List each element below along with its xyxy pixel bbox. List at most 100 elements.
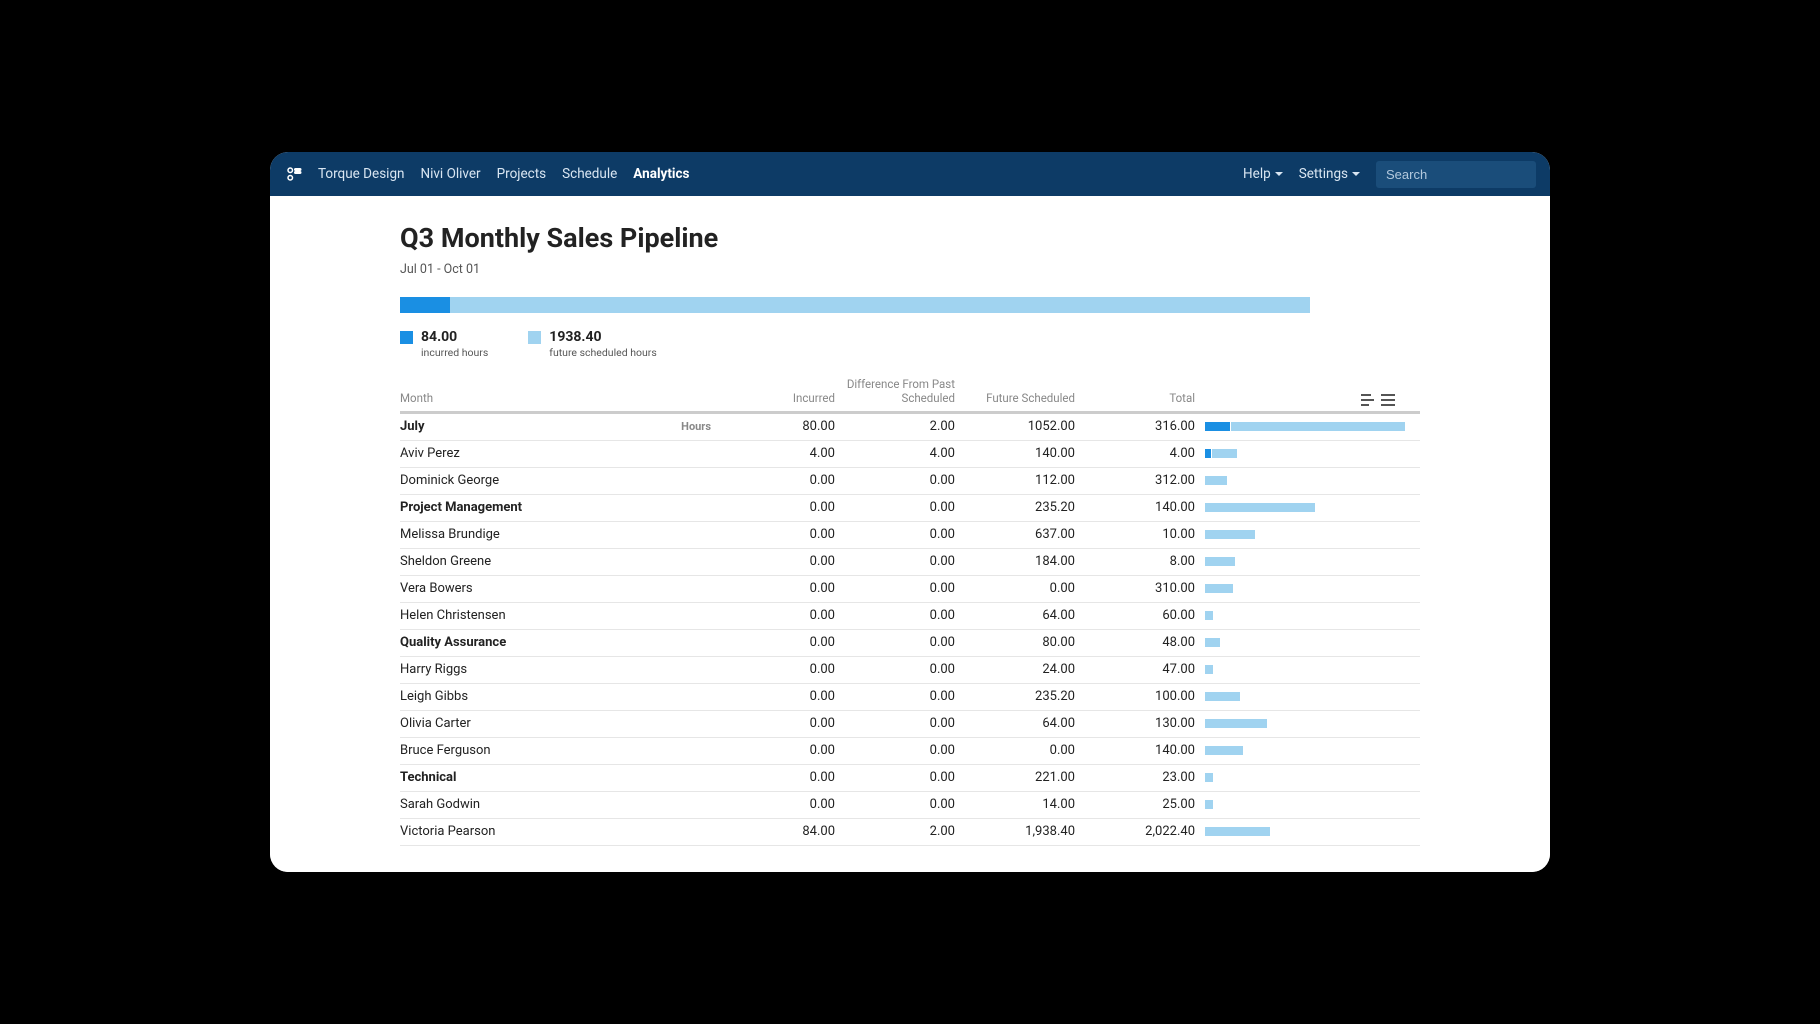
legend-incurred-value: 84.00 (421, 329, 488, 345)
table-header: Month Incurred Difference From Past Sche… (400, 377, 1420, 414)
row-label: Victoria Pearson (400, 819, 725, 844)
cell-incurred: 0.00 (725, 657, 845, 682)
row-bar (1205, 449, 1405, 458)
th-view-toggle (1205, 394, 1405, 406)
row-bar (1205, 584, 1405, 593)
bar-future-segment (1212, 449, 1237, 458)
cell-diff: 0.00 (845, 657, 965, 682)
bar-incurred-segment (1205, 449, 1211, 458)
legend-incurred-label: incurred hours (421, 346, 488, 359)
cell-incurred: 0.00 (725, 495, 845, 520)
view-bars-icon[interactable] (1361, 394, 1375, 406)
cell-incurred: 0.00 (725, 711, 845, 736)
cell-diff: 0.00 (845, 630, 965, 655)
cell-total: 47.00 (1085, 657, 1205, 682)
cell-future: 1052.00 (965, 414, 1085, 439)
bar-future-segment (1205, 827, 1270, 836)
table-row[interactable]: JulyHours80.002.001052.00316.00 (400, 414, 1420, 441)
search-input[interactable] (1376, 161, 1536, 188)
cell-incurred: 0.00 (725, 765, 845, 790)
row-bar (1205, 530, 1405, 539)
cell-total: 4.00 (1085, 441, 1205, 466)
cell-total: 23.00 (1085, 765, 1205, 790)
legend-incurred: 84.00 incurred hours (400, 329, 488, 359)
cell-diff: 0.00 (845, 495, 965, 520)
help-menu[interactable]: Help (1243, 166, 1283, 182)
cell-future: 235.20 (965, 684, 1085, 709)
logo-icon[interactable] (284, 164, 304, 184)
table-row[interactable]: Technical0.000.00221.0023.00 (400, 765, 1420, 792)
row-bar (1205, 719, 1405, 728)
cell-incurred: 0.00 (725, 549, 845, 574)
cell-incurred: 0.00 (725, 630, 845, 655)
table-row[interactable]: Sarah Godwin0.000.0014.0025.00 (400, 792, 1420, 819)
th-future[interactable]: Future Scheduled (965, 391, 1085, 405)
row-bar (1205, 827, 1405, 836)
cell-future: 112.00 (965, 468, 1085, 493)
row-label: Bruce Ferguson (400, 738, 725, 763)
legend: 84.00 incurred hours 1938.40 future sche… (400, 329, 1420, 359)
cell-diff: 0.00 (845, 684, 965, 709)
table-row[interactable]: Quality Assurance0.000.0080.0048.00 (400, 630, 1420, 657)
th-diff[interactable]: Difference From Past Scheduled (845, 377, 965, 406)
table-row[interactable]: Aviv Perez4.004.00140.004.00 (400, 441, 1420, 468)
table-row[interactable]: Bruce Ferguson0.000.000.00140.00 (400, 738, 1420, 765)
bar-future-segment (1205, 476, 1227, 485)
row-bar (1205, 692, 1405, 701)
row-label: Project Management (400, 495, 725, 520)
table-row[interactable]: Vera Bowers0.000.000.00310.00 (400, 576, 1420, 603)
cell-total: 140.00 (1085, 495, 1205, 520)
table-row[interactable]: Sheldon Greene0.000.00184.008.00 (400, 549, 1420, 576)
cell-total: 60.00 (1085, 603, 1205, 628)
cell-future: 24.00 (965, 657, 1085, 682)
table-row[interactable]: Olivia Carter0.000.0064.00130.00 (400, 711, 1420, 738)
table-row[interactable]: Project Management0.000.00235.20140.00 (400, 495, 1420, 522)
cell-future: 221.00 (965, 765, 1085, 790)
row-label: Aviv Perez (400, 441, 725, 466)
row-bar (1205, 611, 1405, 620)
table-row[interactable]: Melissa Brundige0.000.00637.0010.00 (400, 522, 1420, 549)
cell-diff: 2.00 (845, 819, 965, 844)
cell-future: 637.00 (965, 522, 1085, 547)
row-bar (1205, 638, 1405, 647)
cell-diff: 2.00 (845, 414, 965, 439)
cell-incurred: 0.00 (725, 792, 845, 817)
table-row[interactable]: Helen Christensen0.000.0064.0060.00 (400, 603, 1420, 630)
cell-incurred: 0.00 (725, 738, 845, 763)
app-frame: Torque Design Nivi Oliver Projects Sched… (270, 152, 1550, 872)
cell-total: 312.00 (1085, 468, 1205, 493)
nav-projects[interactable]: Projects (497, 166, 547, 182)
row-label: JulyHours (400, 414, 725, 439)
nav-user[interactable]: Nivi Oliver (420, 166, 480, 182)
th-month[interactable]: Month (400, 391, 725, 405)
th-total[interactable]: Total (1085, 391, 1205, 405)
progress-future-segment (450, 297, 1310, 313)
table-row[interactable]: Dominick George0.000.00112.00312.00 (400, 468, 1420, 495)
nav-schedule[interactable]: Schedule (562, 166, 617, 182)
row-bar (1205, 503, 1405, 512)
cell-future: 14.00 (965, 792, 1085, 817)
th-incurred[interactable]: Incurred (725, 391, 845, 405)
bar-future-segment (1205, 611, 1213, 620)
row-label: Helen Christensen (400, 603, 725, 628)
cell-incurred: 0.00 (725, 684, 845, 709)
bar-future-segment (1205, 746, 1243, 755)
table-row[interactable]: Harry Riggs0.000.0024.0047.00 (400, 657, 1420, 684)
table-row[interactable]: Victoria Pearson84.002.001,938.402,022.4… (400, 819, 1420, 846)
nav-analytics[interactable]: Analytics (633, 166, 689, 182)
bar-incurred-segment (1205, 422, 1230, 431)
cell-incurred: 0.00 (725, 603, 845, 628)
cell-diff: 0.00 (845, 576, 965, 601)
cell-total: 10.00 (1085, 522, 1205, 547)
table-body: JulyHours80.002.001052.00316.00Aviv Pere… (400, 414, 1420, 846)
cell-future: 184.00 (965, 549, 1085, 574)
nav-workspace[interactable]: Torque Design (318, 166, 404, 182)
cell-diff: 0.00 (845, 711, 965, 736)
bar-future-segment (1205, 584, 1233, 593)
table-row[interactable]: Leigh Gibbs0.000.00235.20100.00 (400, 684, 1420, 711)
view-lines-icon[interactable] (1381, 394, 1395, 406)
row-label: Vera Bowers (400, 576, 725, 601)
settings-menu[interactable]: Settings (1299, 166, 1360, 182)
legend-future: 1938.40 future scheduled hours (528, 329, 656, 359)
row-label: Melissa Brundige (400, 522, 725, 547)
